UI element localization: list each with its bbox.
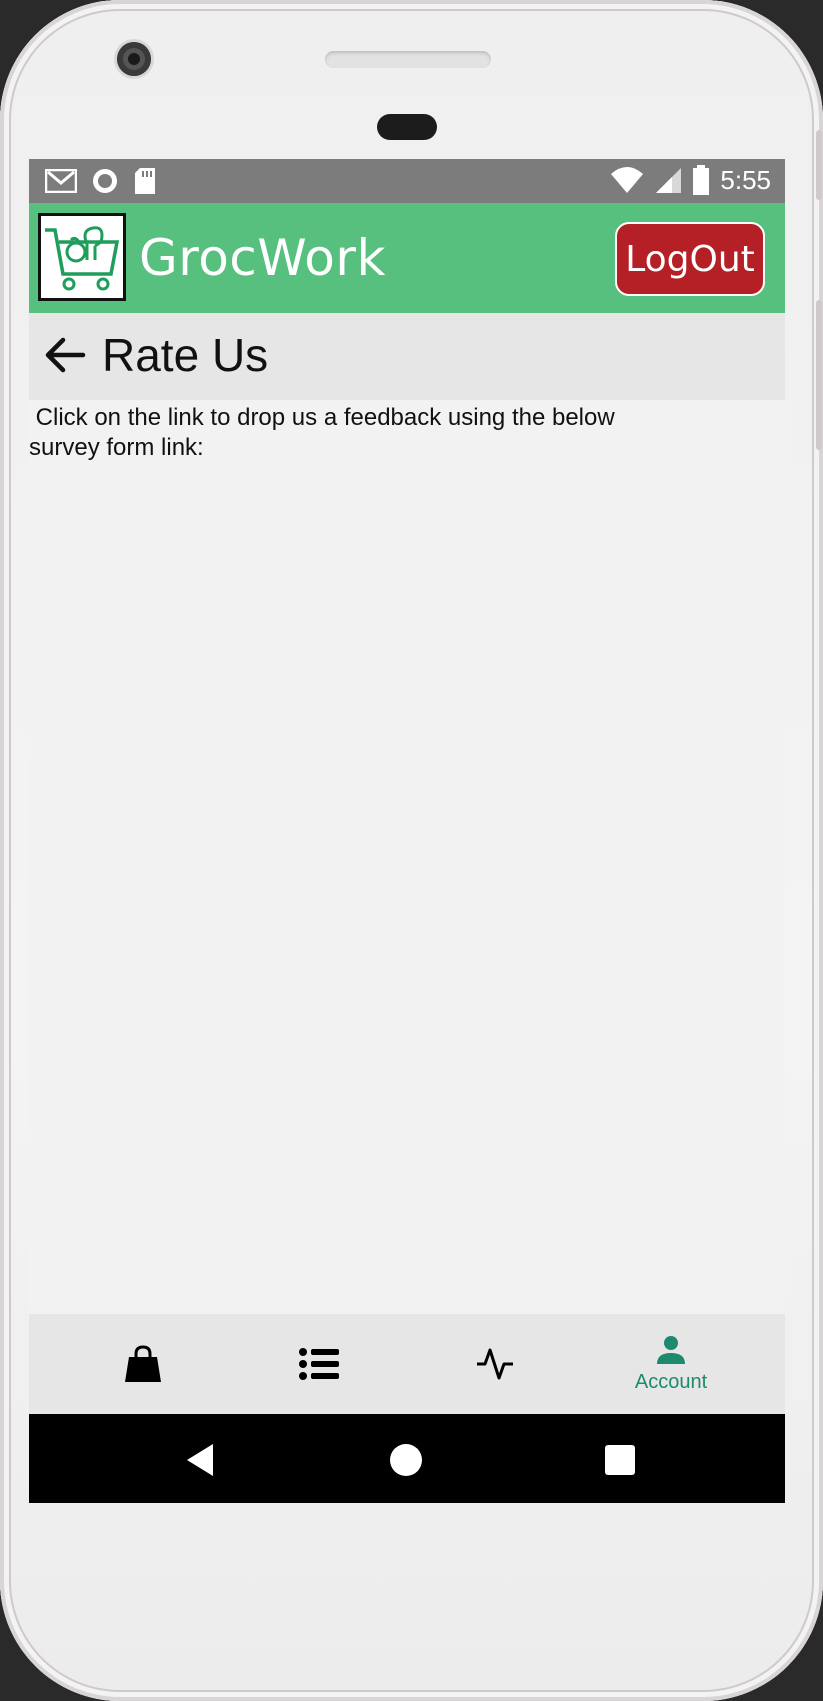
list-icon: [299, 1348, 339, 1380]
logout-button[interactable]: LogOut: [615, 222, 765, 296]
screen: 5:55 GrocWork LogOut Rate Us Click on th…: [29, 159, 785, 1503]
shopping-bag-icon: [125, 1345, 161, 1382]
earpiece-speaker: [325, 51, 491, 68]
gmail-icon: [45, 169, 77, 193]
grocery-cart-icon: [45, 226, 120, 291]
grocwork-logo: [38, 213, 126, 301]
nav-item-shop[interactable]: [58, 1314, 228, 1414]
page-title: Rate Us: [102, 329, 269, 381]
nav-item-list[interactable]: [234, 1314, 404, 1414]
home-circle-icon[interactable]: [386, 1440, 426, 1480]
status-bar: 5:55: [29, 159, 785, 203]
page-header: Rate Us: [29, 313, 785, 400]
wifi-icon: [611, 167, 644, 193]
signal-icon: [656, 168, 682, 193]
brand-name: GrocWork: [139, 229, 386, 287]
app-header: GrocWork LogOut: [29, 203, 785, 313]
phone-frame: 5:55 GrocWork LogOut Rate Us Click on th…: [0, 0, 823, 1701]
battery-icon: [693, 165, 710, 195]
volume-button: [816, 300, 822, 450]
front-camera: [117, 42, 151, 76]
proximity-sensor: [377, 114, 437, 140]
nav-item-activity[interactable]: [410, 1314, 580, 1414]
system-navigation-bar: [29, 1414, 785, 1503]
feedback-message: Click on the link to drop us a feedback …: [29, 404, 615, 461]
clock: 5:55: [720, 165, 771, 195]
back-triangle-icon[interactable]: [181, 1440, 221, 1480]
recents-square-icon[interactable]: [600, 1440, 640, 1480]
back-arrow-icon[interactable]: [43, 333, 87, 377]
bottom-navigation: Account: [29, 1314, 785, 1414]
power-button: [816, 130, 822, 200]
nav-label-account: Account: [634, 1370, 708, 1393]
account-icon: [657, 1335, 685, 1364]
sd-card-icon: [135, 168, 155, 194]
record-icon: [93, 169, 117, 193]
nav-item-account[interactable]: Account: [586, 1314, 756, 1414]
activity-icon: [477, 1348, 513, 1380]
